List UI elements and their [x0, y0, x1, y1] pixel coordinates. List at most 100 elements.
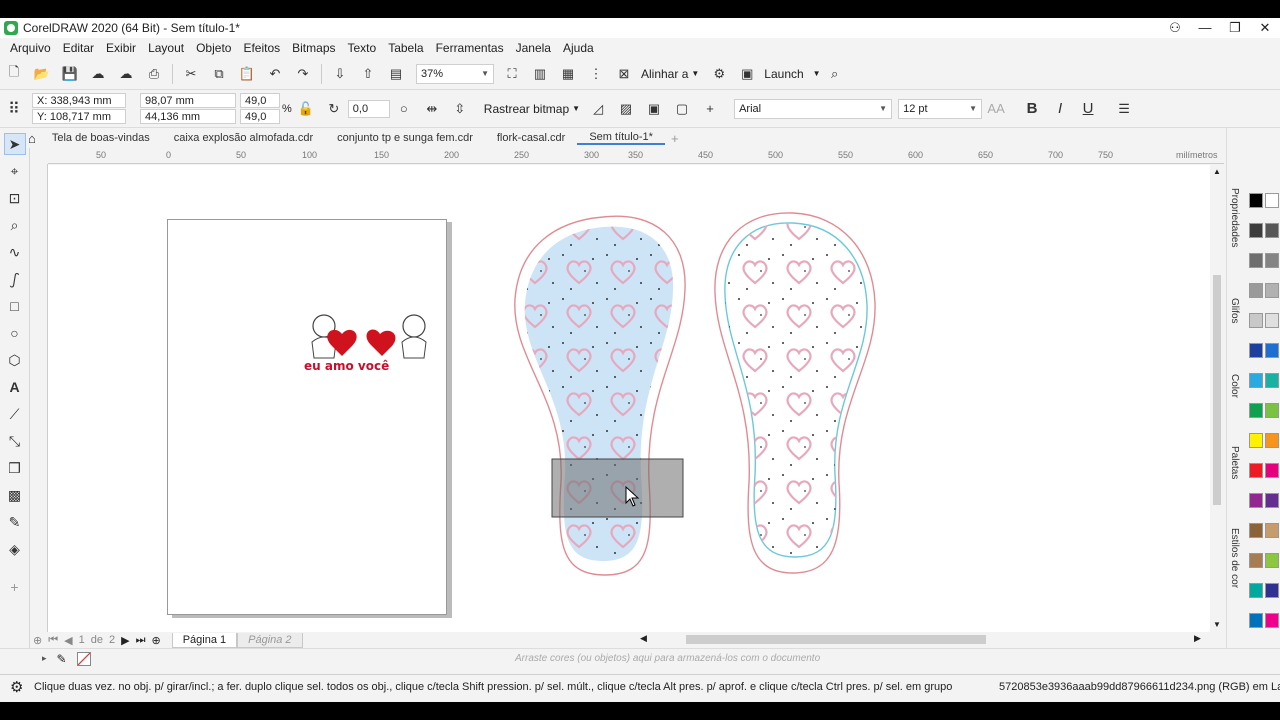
add-page-after-icon[interactable]: ⊕ — [151, 634, 160, 647]
object-origin-icon[interactable]: ⠿ — [4, 100, 24, 118]
full-screen-icon[interactable]: ⛶ — [502, 65, 522, 83]
show-guidelines-icon[interactable]: ⋮ — [586, 65, 606, 83]
color-swatch[interactable] — [1265, 313, 1279, 328]
print-icon[interactable]: ⎙ — [144, 65, 164, 83]
font-list-icon[interactable]: AA — [986, 100, 1006, 118]
add-icon[interactable]: + — [700, 100, 720, 118]
polygon-tool-icon[interactable]: ⬡ — [4, 349, 26, 371]
document-page[interactable]: eu amo você — [167, 219, 447, 615]
bold-icon[interactable]: B — [1022, 100, 1042, 118]
shape-tool-icon[interactable]: ⌖ — [4, 160, 26, 182]
text-align-icon[interactable]: ☰ — [1114, 100, 1134, 118]
color-swatch[interactable] — [1249, 523, 1263, 538]
color-swatch[interactable] — [1249, 253, 1263, 268]
zoom-level-select[interactable]: 37% ▼ — [416, 63, 494, 84]
open-icon[interactable]: 📂 — [32, 65, 52, 83]
flip-flop-soles-artwork[interactable] — [513, 205, 893, 595]
color-swatch[interactable] — [1249, 373, 1263, 388]
height-field[interactable]: 44,136 mm — [140, 109, 236, 124]
color-swatch[interactable] — [1249, 313, 1263, 328]
account-icon[interactable]: ⚇ — [1160, 18, 1190, 38]
tab-flork-casal[interactable]: flork-casal.cdr — [485, 132, 577, 144]
horizontal-scroll-thumb[interactable] — [686, 635, 986, 644]
color-swatch[interactable] — [1265, 613, 1279, 628]
rotation-angle-field[interactable]: 0,0 — [347, 99, 390, 118]
vertical-scroll-thumb[interactable] — [1213, 275, 1221, 505]
color-swatch[interactable] — [1249, 463, 1263, 478]
rectangle-tool-icon[interactable]: □ — [4, 295, 26, 317]
scale-x-field[interactable]: 49,0 — [240, 93, 280, 108]
color-swatch[interactable] — [1265, 433, 1279, 448]
color-swatch[interactable] — [1249, 283, 1263, 298]
restore-button[interactable]: ❐ — [1220, 18, 1250, 38]
tray-expand-icon[interactable]: ▸ — [42, 653, 47, 664]
search-icon[interactable]: ⌕ — [825, 65, 845, 83]
pick-tool-icon[interactable]: ➤ — [3, 133, 26, 155]
chevron-down-icon[interactable]: ▼ — [813, 69, 821, 78]
redo-icon[interactable]: ↷ — [293, 65, 313, 83]
color-swatch[interactable] — [1249, 583, 1263, 598]
page-tab-2[interactable]: Página 2 — [237, 632, 303, 648]
page-tab-1[interactable]: Página 1 — [171, 632, 238, 648]
text-tool-icon[interactable]: A — [4, 376, 26, 398]
menu-ferramentas[interactable]: Ferramentas — [430, 41, 510, 55]
copy-icon[interactable]: ⧉ — [209, 65, 229, 83]
drop-shadow-icon[interactable]: ❒ — [4, 457, 26, 479]
color-swatch[interactable] — [1265, 523, 1279, 538]
artistic-media-icon[interactable]: ഽ — [4, 268, 26, 290]
cloud-upload-icon[interactable]: ☁ — [88, 65, 108, 83]
scroll-left-icon[interactable]: ◀ — [640, 633, 647, 644]
vertical-scrollbar[interactable]: ▲ ▼ — [1210, 165, 1224, 632]
horizontal-ruler[interactable]: 50 0 50 100 150 200 250 300 350 450 500 … — [48, 148, 1224, 164]
color-swatch[interactable] — [1265, 553, 1279, 568]
undo-icon[interactable]: ↶ — [265, 65, 285, 83]
color-swatch[interactable] — [1265, 373, 1279, 388]
new-document-icon[interactable]: 🗋 — [4, 64, 24, 83]
freehand-tool-icon[interactable]: ∿ — [4, 241, 26, 263]
crop-tool-icon[interactable]: ⊡ — [4, 187, 26, 209]
color-swatch[interactable] — [1265, 253, 1279, 268]
launch-icon[interactable]: ▣ — [737, 65, 757, 83]
eyedropper-icon[interactable]: ✎ — [57, 652, 67, 666]
tab-caixa-explosao[interactable]: caixa explosão almofada.cdr — [162, 132, 325, 144]
docker-tab-palettes[interactable]: Paletas — [1229, 446, 1240, 479]
first-page-icon[interactable]: ⏮ — [48, 634, 58, 647]
scale-y-field[interactable]: 49,0 — [240, 109, 280, 124]
menu-arquivo[interactable]: Arquivo — [4, 41, 57, 55]
gear-icon[interactable]: ⚙ — [709, 65, 729, 83]
add-tool-icon[interactable]: + — [4, 576, 26, 598]
gear-icon[interactable]: ⚙ — [10, 678, 23, 696]
font-size-select[interactable]: 12 pt ▼ — [898, 98, 983, 119]
color-swatch[interactable] — [1265, 403, 1279, 418]
last-page-icon[interactable]: ⏭ — [136, 634, 146, 647]
font-family-select[interactable]: Arial ▼ — [734, 98, 893, 119]
menu-texto[interactable]: Texto — [342, 41, 383, 55]
menu-objeto[interactable]: Objeto — [190, 41, 237, 55]
menu-ajuda[interactable]: Ajuda — [557, 41, 600, 55]
color-swatch[interactable] — [1265, 223, 1279, 238]
snap-off-icon[interactable]: ⊠ — [614, 65, 634, 83]
scroll-down-icon[interactable]: ▼ — [1213, 620, 1221, 629]
menu-bitmaps[interactable]: Bitmaps — [286, 41, 341, 55]
chevron-down-icon[interactable]: ▼ — [572, 104, 580, 113]
scroll-right-icon[interactable]: ▶ — [1194, 633, 1201, 644]
color-swatch[interactable] — [1265, 283, 1279, 298]
import-icon[interactable]: ⇩ — [330, 65, 350, 83]
tab-sem-titulo[interactable]: Sem título-1* — [577, 131, 665, 145]
docker-tab-color[interactable]: Color — [1229, 374, 1240, 398]
crop-bitmap-icon[interactable]: ◿ — [588, 100, 608, 118]
lock-ratio-icon[interactable]: 🔓 — [296, 100, 316, 118]
fill-tool-icon[interactable]: ◈ — [4, 538, 26, 560]
trace-bitmap-button[interactable]: Rastrear bitmap — [484, 102, 569, 116]
drawing-canvas[interactable]: eu amo você — [48, 165, 1210, 632]
width-field[interactable]: 98,07 mm — [140, 93, 236, 108]
close-button[interactable]: ✕ — [1250, 18, 1280, 38]
menu-efeitos[interactable]: Efeitos — [237, 41, 286, 55]
color-swatch[interactable] — [1265, 463, 1279, 478]
color-swatch[interactable] — [1249, 553, 1263, 568]
connector-tool-icon[interactable]: ⤡ — [4, 430, 26, 452]
frame-icon[interactable]: ▢ — [672, 100, 692, 118]
align-to-label[interactable]: Alinhar a — [641, 67, 688, 81]
show-grid-icon[interactable]: ▦ — [558, 65, 578, 83]
color-swatch[interactable] — [1265, 193, 1279, 208]
